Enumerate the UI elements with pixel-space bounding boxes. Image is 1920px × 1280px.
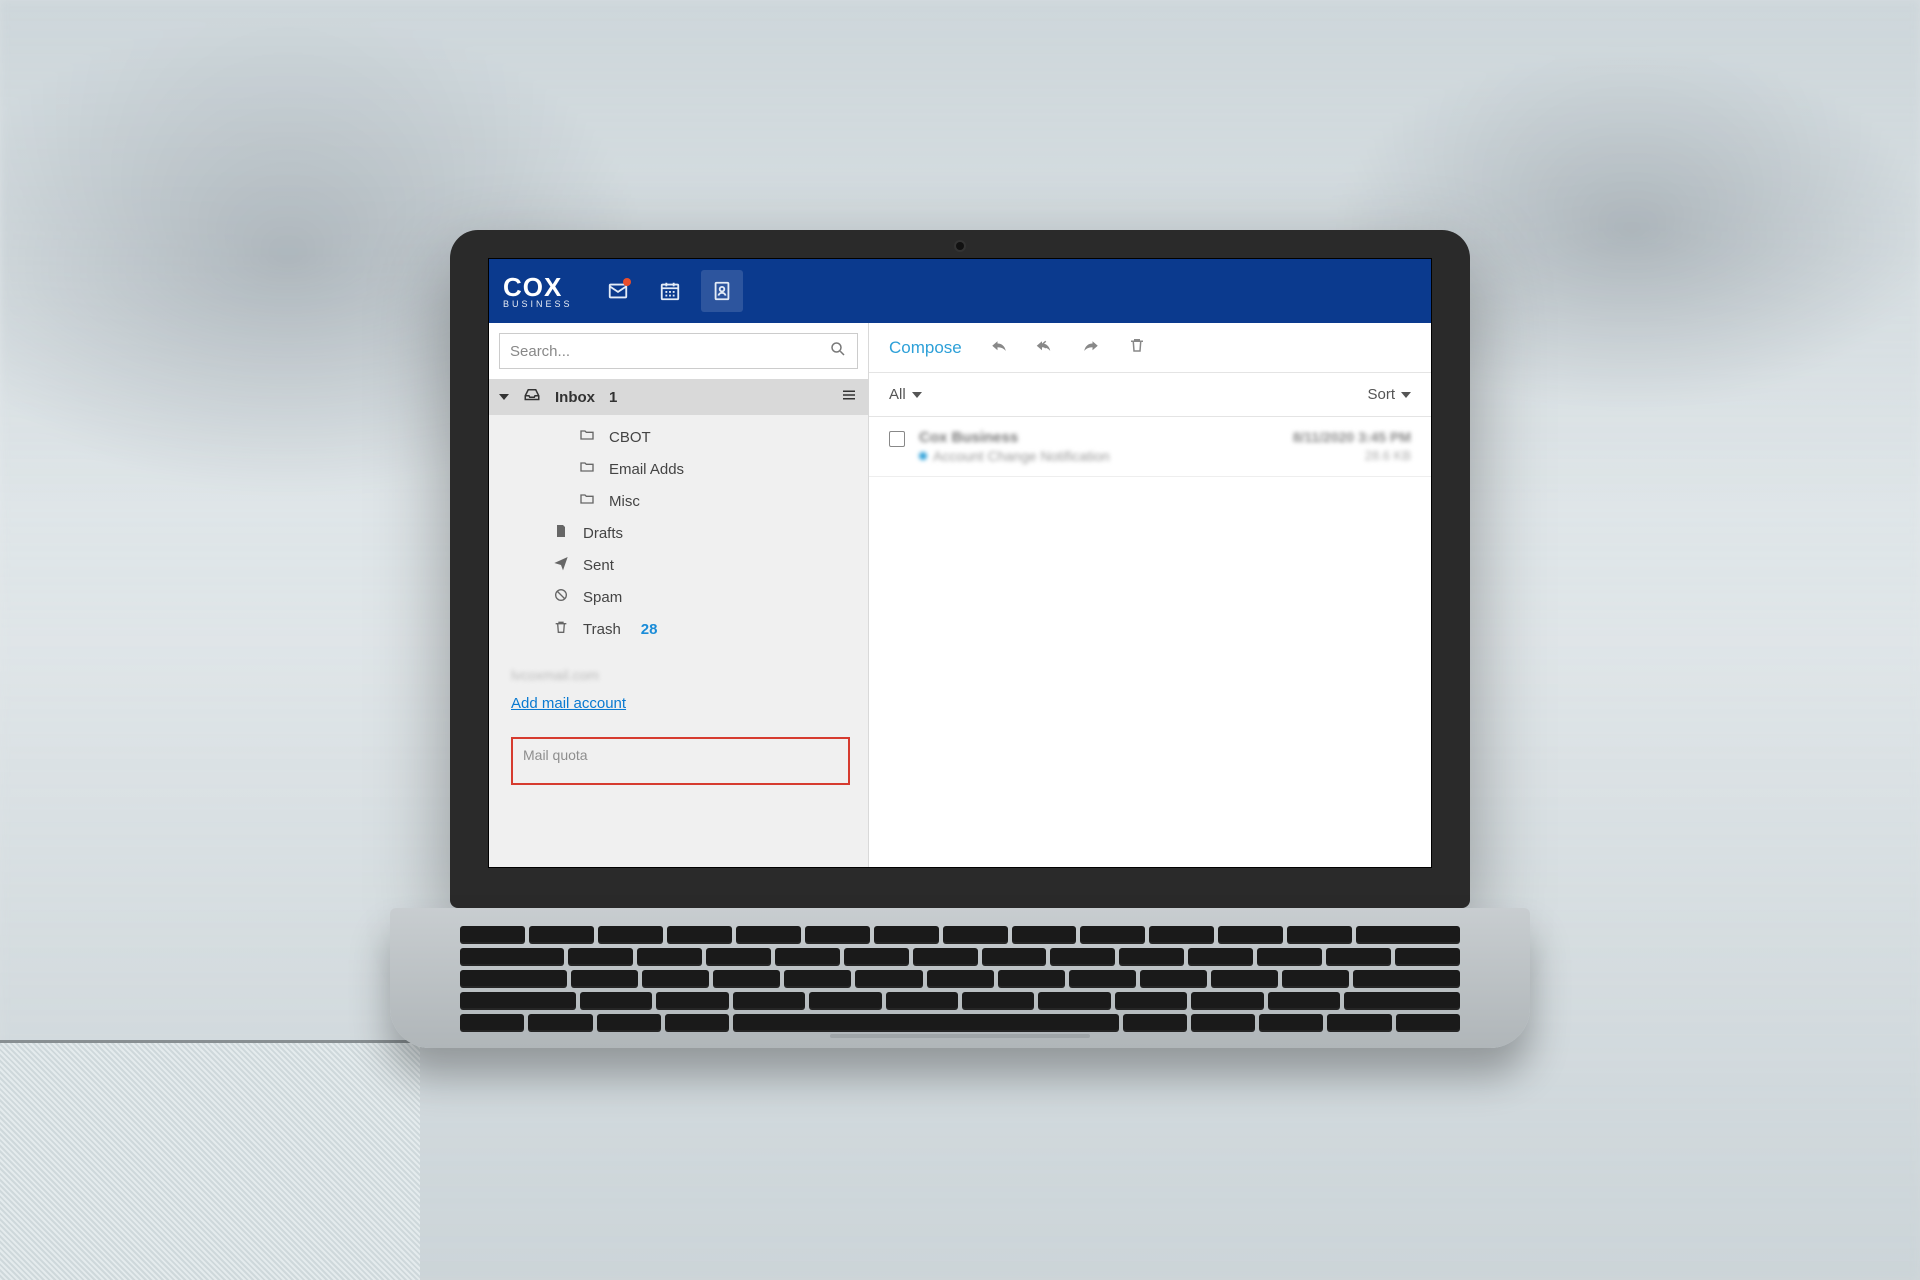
sort-dropdown[interactable]: Sort xyxy=(1367,386,1411,403)
inbox-folder-header[interactable]: Inbox 1 xyxy=(489,379,868,415)
message-toolbar: Compose xyxy=(869,323,1431,373)
compose-button[interactable]: Compose xyxy=(889,338,962,358)
folder-label: Spam xyxy=(583,589,622,606)
nav-calendar-icon[interactable] xyxy=(649,270,691,312)
trash-icon xyxy=(553,619,569,639)
notification-dot-icon xyxy=(623,278,631,286)
folder-sent[interactable]: Sent xyxy=(489,549,868,581)
filter-label: All xyxy=(889,386,906,403)
caret-down-icon[interactable] xyxy=(499,389,509,406)
cox-business-logo: COX BUSINESS xyxy=(503,274,573,309)
folder-label: CBOT xyxy=(609,429,651,446)
logo-subtext: BUSINESS xyxy=(503,300,573,309)
delete-icon[interactable] xyxy=(1128,336,1146,359)
folder-label: Sent xyxy=(583,557,614,574)
folder-icon xyxy=(579,427,595,447)
unread-dot-icon xyxy=(919,452,927,460)
folder-drafts[interactable]: Drafts xyxy=(489,517,868,549)
chevron-down-icon xyxy=(1401,390,1411,400)
message-panel: Compose All Sort xyxy=(869,323,1431,867)
trash-count: 28 xyxy=(641,621,658,638)
folder-trash[interactable]: Trash 28 xyxy=(489,613,868,645)
webcam-icon xyxy=(956,242,964,250)
message-size: 28.6 KB xyxy=(1365,448,1411,464)
reply-all-icon[interactable] xyxy=(1036,336,1054,359)
message-sender: Cox Business xyxy=(919,429,1018,446)
forward-icon[interactable] xyxy=(1082,336,1100,359)
folder-icon xyxy=(579,491,595,511)
inbox-icon xyxy=(523,386,541,408)
chevron-down-icon xyxy=(912,390,922,400)
app-screen: COX BUSINESS xyxy=(488,258,1432,868)
filter-all-dropdown[interactable]: All xyxy=(889,386,922,403)
message-subject: Account Change Notification xyxy=(919,448,1110,464)
paper-plane-icon xyxy=(553,555,569,575)
hamburger-menu-icon[interactable] xyxy=(840,386,858,408)
message-row[interactable]: Cox Business 8/11/2020 3:45 PM Account C… xyxy=(869,417,1431,477)
folder-email-adds[interactable]: Email Adds xyxy=(489,453,868,485)
nav-mail-icon[interactable] xyxy=(597,270,639,312)
message-date: 8/11/2020 3:45 PM xyxy=(1293,429,1411,446)
folder-label: Email Adds xyxy=(609,461,684,478)
list-controls-bar: All Sort xyxy=(869,373,1431,417)
add-mail-account-link[interactable]: Add mail account xyxy=(511,695,626,712)
folder-icon xyxy=(579,459,595,479)
inbox-label: Inbox xyxy=(555,389,595,406)
reply-icon[interactable] xyxy=(990,336,1008,359)
folder-spam[interactable]: Spam xyxy=(489,581,868,613)
sidebar: Inbox 1 CBOT Email Adds xyxy=(489,323,869,867)
folder-label: Drafts xyxy=(583,525,623,542)
search-input-wrap[interactable] xyxy=(499,333,858,369)
inbox-count: 1 xyxy=(609,389,617,406)
document-icon xyxy=(553,523,569,543)
logo-text: COX xyxy=(503,274,573,300)
sort-label: Sort xyxy=(1367,386,1395,403)
folder-misc[interactable]: Misc xyxy=(489,485,868,517)
folder-label: Misc xyxy=(609,493,640,510)
search-icon[interactable] xyxy=(829,340,847,363)
mail-quota-label: Mail quota xyxy=(523,747,588,763)
message-checkbox[interactable] xyxy=(889,431,905,447)
nav-contacts-icon[interactable] xyxy=(701,270,743,312)
search-input[interactable] xyxy=(510,343,829,360)
folder-cbot[interactable]: CBOT xyxy=(489,421,868,453)
bench-surface xyxy=(0,1040,420,1280)
mail-quota-box: Mail quota xyxy=(511,737,850,785)
block-icon xyxy=(553,587,569,607)
laptop-mockup: COX BUSINESS xyxy=(450,230,1470,1048)
account-domain-text: lvcoxmail.com xyxy=(489,651,868,689)
folder-label: Trash xyxy=(583,621,621,638)
folder-list: CBOT Email Adds Misc Drafts xyxy=(489,415,868,651)
top-nav-bar: COX BUSINESS xyxy=(489,259,1431,323)
laptop-keyboard xyxy=(390,908,1530,1048)
